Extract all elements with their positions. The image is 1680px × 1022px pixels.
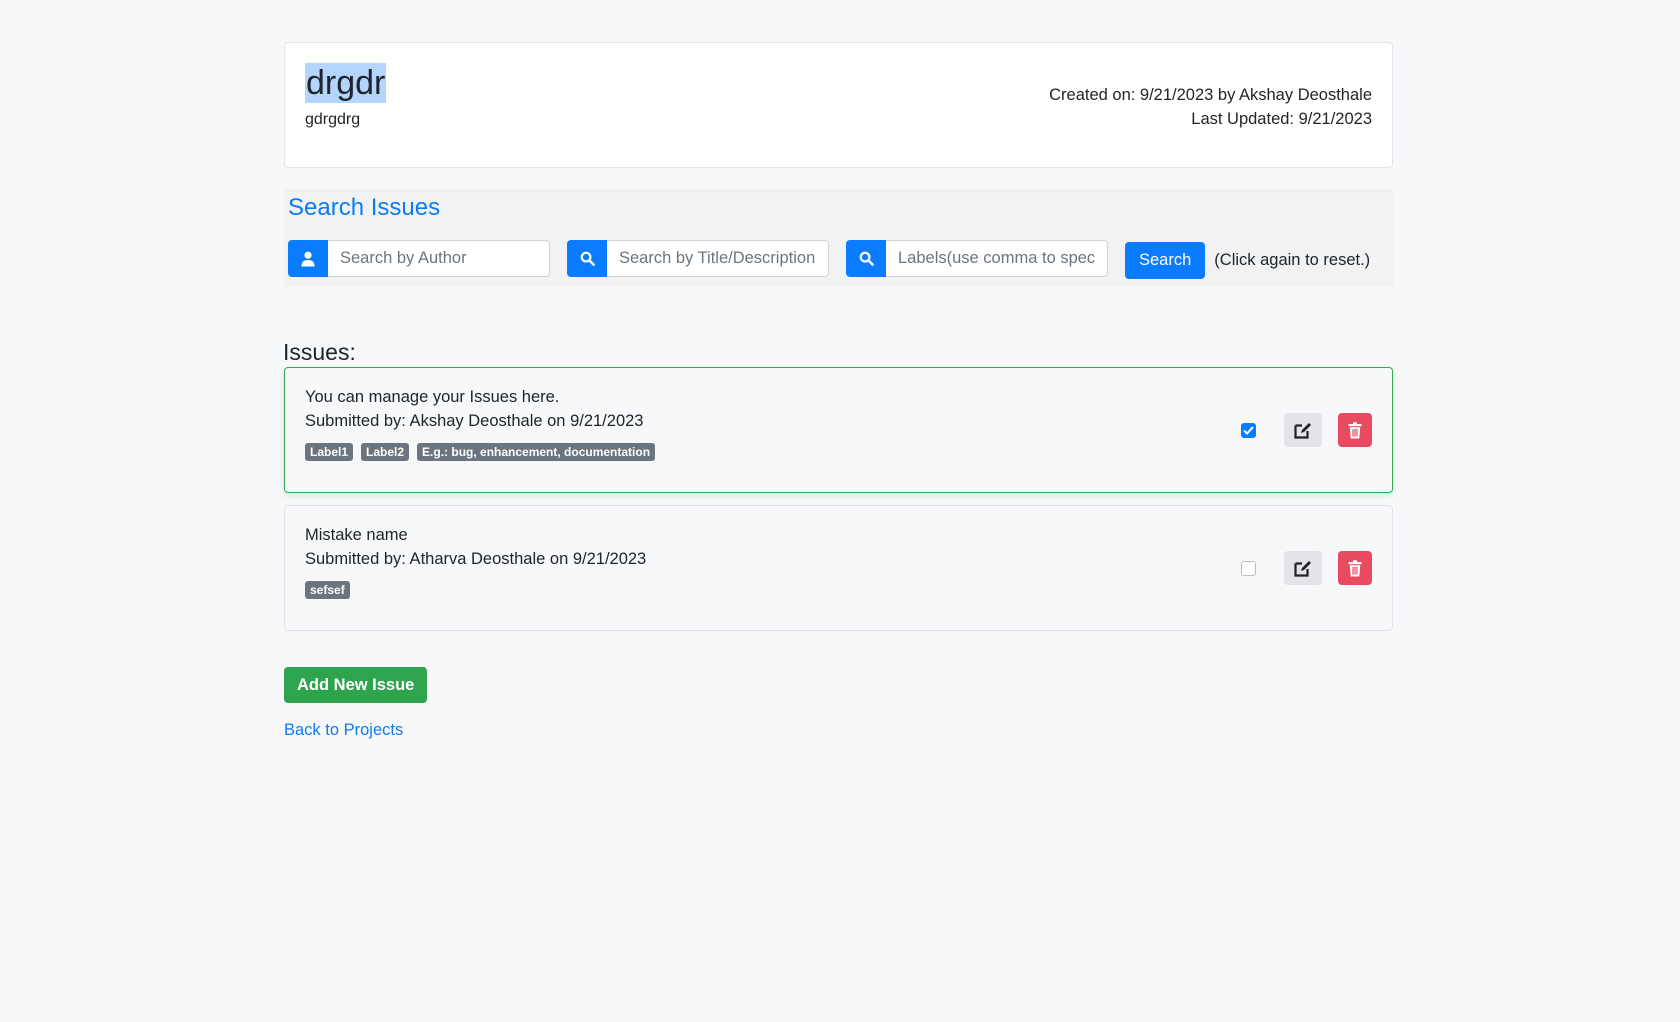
search-hint: (Click again to reset.) <box>1214 251 1371 269</box>
add-new-issue-button[interactable]: Add New Issue <box>284 667 428 703</box>
issue-labels: Label1 Label2 E.g.: bug, enhancement, do… <box>305 443 1372 461</box>
last-updated: Last Updated: 9/21/2023 <box>1191 110 1372 128</box>
project-title: drgdr <box>305 63 387 103</box>
issue-labels: sefsef <box>305 581 1372 599</box>
edit-icon <box>1294 560 1311 577</box>
title-search-input[interactable] <box>607 240 829 277</box>
checkmark-icon <box>1243 425 1254 435</box>
project-header-card: drgdr gdrgdrg Created on: 9/21/2023 by A… <box>284 42 1393 168</box>
labels-search-input[interactable] <box>886 240 1108 277</box>
edit-button[interactable] <box>1284 551 1322 585</box>
trash-icon <box>1348 421 1362 438</box>
search-title: Search Issues <box>288 194 441 221</box>
issues-heading: Issues: <box>283 339 356 365</box>
page-container: drgdr gdrgdrg Created on: 9/21/2023 by A… <box>283 42 1393 740</box>
search-section: Search Issues Search (Click <box>284 189 1393 287</box>
issue-submitted: Submitted by: Atharva Deosthale on 9/21/… <box>305 550 647 568</box>
delete-button[interactable] <box>1338 413 1372 447</box>
title-search-group <box>567 240 829 277</box>
label-badge: E.g.: bug, enhancement, documentation <box>417 443 656 461</box>
project-meta: Created on: 9/21/2023 by Akshay Deosthal… <box>1049 83 1372 131</box>
search-icon <box>567 240 607 277</box>
issue-title: Mistake name <box>305 526 408 544</box>
edit-button[interactable] <box>1284 413 1322 447</box>
created-on: Created on: 9/21/2023 by Akshay Deosthal… <box>1049 86 1372 104</box>
label-badge: sefsef <box>305 581 350 599</box>
author-search-group <box>288 240 550 277</box>
issue-card[interactable]: You can manage your Issues here. Submitt… <box>284 367 1393 493</box>
issue-card[interactable]: Mistake name Submitted by: Atharva Deost… <box>284 505 1393 631</box>
issue-checkbox[interactable] <box>1241 560 1256 576</box>
delete-button[interactable] <box>1338 551 1372 585</box>
trash-icon <box>1348 559 1362 576</box>
back-to-projects-link[interactable]: Back to Projects <box>284 721 403 740</box>
issue-title: You can manage your Issues here. <box>305 388 560 406</box>
edit-icon <box>1294 422 1311 439</box>
label-badge: Label1 <box>305 443 354 461</box>
issue-actions <box>1241 413 1372 447</box>
issue-submitted: Submitted by: Akshay Deosthale on 9/21/2… <box>305 412 644 430</box>
author-search-input[interactable] <box>328 240 550 277</box>
user-icon <box>288 240 328 277</box>
label-badge: Label2 <box>361 443 410 461</box>
issue-checkbox[interactable] <box>1241 422 1256 438</box>
labels-search-group <box>846 240 1108 277</box>
issue-actions <box>1241 551 1372 585</box>
search-button[interactable]: Search <box>1125 242 1206 279</box>
search-icon <box>846 240 886 277</box>
search-row: Search (Click again to reset.) <box>288 238 1370 279</box>
